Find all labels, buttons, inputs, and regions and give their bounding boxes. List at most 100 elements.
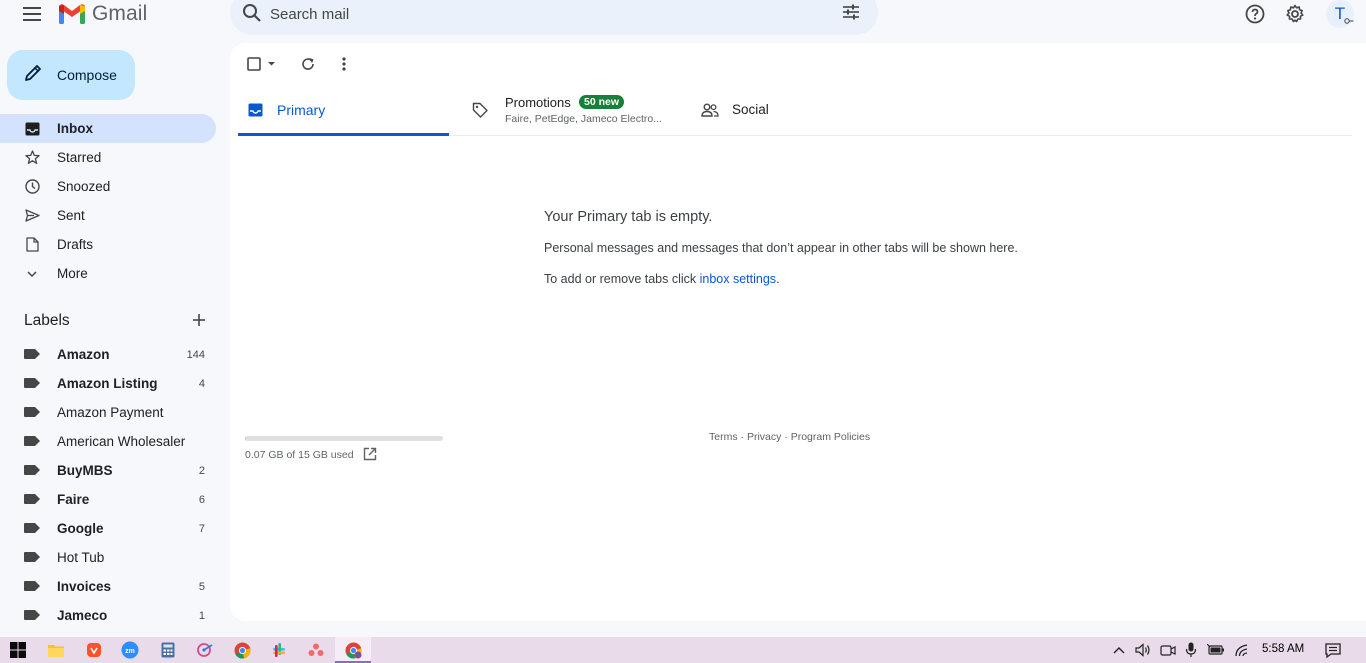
tab-label: Primary: [277, 102, 326, 118]
label-item-google[interactable]: Google 7: [0, 514, 216, 543]
label-item-hot-tub[interactable]: Hot Tub: [0, 543, 216, 572]
volume-icon[interactable]: [1135, 642, 1152, 658]
label-count: 1: [198, 609, 205, 622]
new-count-badge: 50 new: [579, 95, 625, 109]
label-count: 7: [198, 522, 205, 535]
privacy-link[interactable]: Privacy: [747, 431, 781, 443]
refresh-icon[interactable]: [300, 55, 316, 73]
tab-senders: Faire, PetEdge, Jameco Electro...: [505, 113, 662, 125]
label-item-faire[interactable]: Faire 6: [0, 485, 216, 514]
label-name: American Wholesaler: [57, 434, 186, 449]
label-tag-icon: [24, 549, 40, 567]
microphone-icon[interactable]: [1185, 642, 1197, 658]
sidebar-item-label: Inbox: [57, 121, 93, 136]
help-icon[interactable]: [1243, 2, 1267, 26]
tab-promotions[interactable]: Promotions 50 new Faire, PetEdge, Jameco…: [464, 91, 674, 136]
label-name: Invoices: [57, 579, 112, 594]
label-item-jameco[interactable]: Jameco 1: [0, 601, 216, 630]
chrome-profile-icon[interactable]: [344, 641, 362, 659]
label-tag-icon: [24, 375, 40, 393]
tab-label: Promotions: [505, 95, 571, 110]
more-options-icon[interactable]: [341, 55, 347, 73]
footer-separator: ·: [737, 431, 747, 443]
label-item-invoices[interactable]: Invoices 5: [0, 572, 216, 601]
compose-button[interactable]: Compose: [7, 50, 135, 100]
brave-browser-icon[interactable]: [85, 641, 103, 659]
main-menu-icon[interactable]: [20, 2, 44, 26]
label-name: Amazon Listing: [57, 376, 158, 391]
asana-icon[interactable]: [307, 641, 325, 659]
select-all-checkbox[interactable]: [246, 55, 280, 73]
label-tag-icon: [24, 491, 40, 509]
snipping-tool-icon[interactable]: [196, 641, 214, 659]
category-tabs: Primary Promotions 50 new Faire, PetEdge…: [238, 91, 1352, 136]
add-label-icon[interactable]: [192, 313, 206, 332]
slack-icon[interactable]: [270, 641, 288, 659]
app-name: Gmail: [92, 2, 148, 25]
tag-icon: [472, 102, 488, 123]
os-taskbar: zm 5:58 AM: [0, 637, 1366, 663]
tab-primary[interactable]: Primary: [238, 91, 449, 136]
label-tag-icon: [24, 607, 40, 625]
battery-icon[interactable]: [1207, 642, 1225, 658]
label-item-buymbs[interactable]: BuyMBS 2: [0, 456, 216, 485]
search-input[interactable]: Search mail: [270, 6, 349, 23]
footer-links: Terms · Privacy · Program Policies: [709, 431, 870, 443]
search-options-icon[interactable]: [842, 3, 860, 26]
label-count: 5: [198, 580, 205, 593]
label-count: 2: [198, 464, 205, 477]
open-in-new-icon[interactable]: [363, 447, 377, 466]
empty-state-message: Personal messages and messages that don’…: [544, 241, 1018, 255]
clock-icon: [24, 179, 40, 195]
calculator-icon[interactable]: [159, 641, 177, 659]
search-icon[interactable]: [242, 3, 262, 28]
sidebar-item-more[interactable]: More: [0, 259, 216, 288]
camera-icon[interactable]: [1160, 642, 1176, 658]
hint-suffix: .: [776, 272, 780, 286]
gmail-logo[interactable]: Gmail: [58, 2, 147, 26]
label-name: Google: [57, 521, 104, 536]
label-item-amazon[interactable]: Amazon 144: [0, 340, 216, 369]
sidebar-item-label: Starred: [57, 150, 102, 165]
sidebar-item-snoozed[interactable]: Snoozed: [0, 172, 216, 201]
label-name: BuyMBS: [57, 463, 113, 478]
sidebar-item-label: Sent: [57, 208, 85, 223]
program-policies-link[interactable]: Program Policies: [791, 431, 870, 443]
label-list: Amazon 144 Amazon Listing 4 Amazon Payme…: [0, 340, 216, 630]
tab-social[interactable]: Social: [698, 91, 898, 136]
zoom-app-icon[interactable]: zm: [121, 641, 139, 659]
compose-label: Compose: [57, 67, 117, 83]
windows-start-icon[interactable]: [9, 641, 27, 659]
inbox-icon: [248, 103, 263, 122]
file-explorer-icon[interactable]: [47, 641, 65, 659]
label-name: Hot Tub: [57, 550, 105, 565]
tab-label: Social: [732, 102, 769, 117]
notifications-icon[interactable]: [1325, 642, 1341, 658]
sidebar-item-starred[interactable]: Starred: [0, 143, 216, 172]
star-icon: [24, 150, 40, 166]
sidebar-item-drafts[interactable]: Drafts: [0, 230, 216, 259]
chrome-icon[interactable]: [233, 641, 251, 659]
label-item-amazon-listing[interactable]: Amazon Listing 4: [0, 369, 216, 398]
label-count: 4: [198, 377, 205, 390]
search-bar[interactable]: Search mail: [230, 0, 878, 35]
inbox-settings-link[interactable]: inbox settings: [700, 272, 776, 286]
label-item-amazon-payment[interactable]: Amazon Payment: [0, 398, 216, 427]
chevron-up-icon[interactable]: [1113, 642, 1125, 658]
storage-usage-fill: [245, 436, 246, 441]
pencil-icon: [23, 63, 43, 88]
sidebar-nav: Inbox Starred Snoozed Sent Drafts More: [0, 114, 216, 288]
terms-link[interactable]: Terms: [709, 431, 738, 443]
label-item-american-wholesaler[interactable]: American Wholesaler: [0, 427, 216, 456]
label-name: Amazon Payment: [57, 405, 164, 420]
label-tag-icon: [24, 433, 40, 451]
label-tag-icon: [24, 462, 40, 480]
sidebar-item-sent[interactable]: Sent: [0, 201, 216, 230]
storage-usage-bar: [245, 436, 443, 441]
settings-gear-icon[interactable]: [1283, 2, 1307, 26]
wifi-icon[interactable]: [1233, 642, 1249, 658]
sidebar-item-inbox[interactable]: Inbox: [0, 114, 216, 143]
taskbar-clock[interactable]: 5:58 AM: [1262, 643, 1304, 655]
profile-badge-icon: [1344, 17, 1355, 26]
empty-state: Your Primary tab is empty. Personal mess…: [544, 209, 1018, 286]
